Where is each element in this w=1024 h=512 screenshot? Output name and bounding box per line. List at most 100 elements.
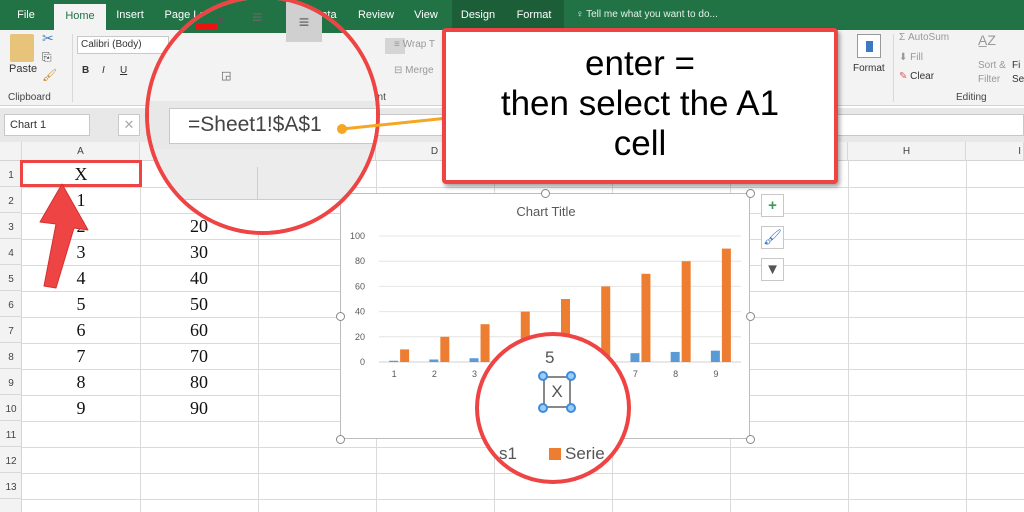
resize-handle[interactable] — [746, 435, 755, 444]
copy-icon[interactable]: ⎘ — [42, 50, 52, 65]
dropdown-arrow-icon[interactable]: ▼ — [215, 13, 227, 27]
cell-b9[interactable]: 80 — [140, 369, 258, 395]
selection-handle[interactable] — [538, 371, 548, 381]
tab-format[interactable]: Format — [504, 0, 564, 30]
row-header[interactable]: 8 — [0, 343, 22, 369]
x-tick-label: 9 — [713, 369, 718, 379]
row-header[interactable]: 6 — [0, 291, 22, 317]
row-header[interactable]: 2 — [0, 187, 22, 213]
chart-filters-button[interactable]: ▼ — [761, 258, 784, 281]
row-headers: 1 2 3 4 5 6 7 8 9 10 11 12 13 — [0, 161, 22, 512]
italic-button[interactable]: I — [102, 65, 105, 76]
row-header[interactable]: 5 — [0, 265, 22, 291]
cell-b10[interactable]: 90 — [140, 395, 258, 421]
wrap-text-button[interactable]: ≡ Wrap T — [394, 39, 435, 50]
paste-icon[interactable] — [10, 34, 34, 62]
bar-series1-8[interactable] — [670, 351, 680, 362]
row-header[interactable]: 9 — [0, 369, 22, 395]
cell-a6[interactable]: 5 — [22, 291, 140, 317]
bar-series2-2[interactable] — [440, 336, 450, 362]
selection-handle[interactable] — [566, 371, 576, 381]
arrow-icon — [39, 183, 89, 289]
column-header-a[interactable]: A — [22, 142, 140, 161]
legend-series2-label: Serie — [565, 444, 605, 463]
column-header-h[interactable]: H — [848, 142, 966, 161]
cell-b4[interactable]: 30 — [140, 239, 258, 265]
align-left-icon[interactable]: ≡ — [252, 8, 263, 26]
cell-b8[interactable]: 70 — [140, 343, 258, 369]
row-header[interactable]: 11 — [0, 421, 22, 447]
merge-icon: ⊟ — [394, 65, 406, 76]
x-tick-label: 3 — [472, 369, 477, 379]
bar-series2-8[interactable] — [681, 261, 691, 362]
cell-a7[interactable]: 6 — [22, 317, 140, 343]
row-header[interactable]: 3 — [0, 213, 22, 239]
bold-button[interactable]: B — [82, 65, 89, 76]
find-select-label-1[interactable]: Fi — [1012, 60, 1020, 71]
cell-b7[interactable]: 60 — [140, 317, 258, 343]
resize-handle[interactable] — [746, 312, 755, 321]
sort-filter-label-2[interactable]: Filter — [978, 74, 1000, 85]
x-tick-label: 2 — [432, 369, 437, 379]
font-color-bar — [195, 24, 217, 29]
bar-series1-3[interactable] — [469, 358, 479, 362]
paintbrush-icon: 🖌 — [762, 229, 783, 246]
format-cells-icon[interactable] — [857, 34, 881, 58]
select-all-corner[interactable] — [0, 142, 22, 161]
bar-series2-7[interactable] — [641, 273, 651, 362]
chart-elements-button[interactable]: + — [761, 194, 784, 217]
chart-styles-button[interactable]: 🖌 — [761, 226, 784, 249]
row-header[interactable]: 7 — [0, 317, 22, 343]
resize-handle[interactable] — [336, 312, 345, 321]
clear-button[interactable]: ✎ Clear — [899, 71, 934, 82]
align-center-button[interactable]: ≡ — [286, 2, 322, 42]
y-tick-label: 0 — [360, 357, 365, 367]
tab-view[interactable]: View — [408, 0, 444, 30]
resize-handle[interactable] — [336, 435, 345, 444]
row-header[interactable]: 13 — [0, 473, 22, 499]
sort-filter-label-1[interactable]: Sort & — [978, 60, 1006, 71]
dialog-launcher-icon[interactable]: ◲ — [221, 69, 231, 82]
bar-series1-2[interactable] — [429, 359, 439, 362]
resize-handle[interactable] — [746, 189, 755, 198]
fill-button[interactable]: ⬇ Fill — [899, 52, 923, 63]
find-select-label-2[interactable]: Sel — [1012, 74, 1024, 85]
zoomed-axis-label: 5 — [545, 348, 555, 367]
row-header[interactable]: 12 — [0, 447, 22, 473]
cell-a9[interactable]: 8 — [22, 369, 140, 395]
cell-b6[interactable]: 50 — [140, 291, 258, 317]
row-header[interactable]: 10 — [0, 395, 22, 421]
name-box[interactable]: Chart 1 — [4, 114, 90, 136]
magnifier-circle-label: 5 X s1 Serie — [475, 332, 631, 484]
cell-a8[interactable]: 7 — [22, 343, 140, 369]
tab-design[interactable]: Design — [452, 0, 504, 30]
cut-icon[interactable]: ✂ — [42, 30, 54, 47]
tab-home[interactable]: Home — [54, 4, 106, 30]
paste-button[interactable]: Paste — [9, 63, 37, 75]
resize-handle[interactable] — [541, 189, 550, 198]
autosum-button[interactable]: Σ AutoSum — [899, 32, 949, 43]
cell-a10[interactable]: 9 — [22, 395, 140, 421]
format-button[interactable]: Format — [853, 63, 885, 74]
bar-series2-9[interactable] — [721, 248, 731, 362]
bar-series1-1[interactable] — [389, 360, 399, 362]
cancel-icon[interactable]: ✕ — [118, 114, 140, 136]
column-header-i[interactable]: I — [966, 142, 1024, 161]
tell-me-search[interactable]: ♀ Tell me what you want to do... — [576, 0, 718, 30]
row-header[interactable]: 1 — [0, 161, 22, 187]
row-header[interactable]: 4 — [0, 239, 22, 265]
y-tick-label: 100 — [350, 231, 365, 241]
selection-handle[interactable] — [538, 403, 548, 413]
cell-b5[interactable]: 40 — [140, 265, 258, 291]
bar-series1-7[interactable] — [630, 353, 640, 362]
tab-insert[interactable]: Insert — [110, 0, 150, 30]
selection-handle[interactable] — [566, 403, 576, 413]
fill-down-icon: ⬇ — [899, 52, 911, 63]
format-painter-icon[interactable]: 🖌 — [42, 68, 57, 82]
underline-button[interactable]: U — [120, 65, 127, 76]
bar-series1-9[interactable] — [710, 350, 720, 362]
tab-file[interactable]: File — [8, 0, 44, 30]
bar-series2-1[interactable] — [400, 349, 410, 362]
fill-label: Fill — [910, 52, 923, 63]
merge-button[interactable]: ⊟ Merge — [394, 65, 434, 76]
